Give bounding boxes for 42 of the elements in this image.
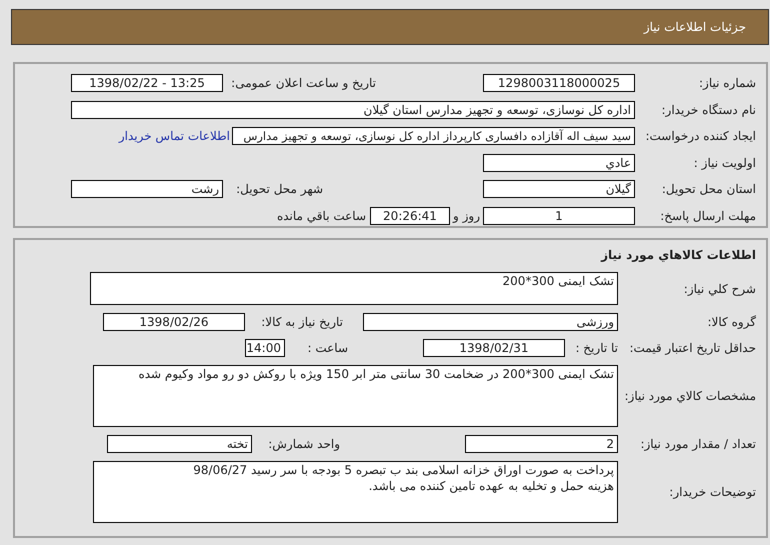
announce-date-field: 1398/02/22 - 13:25: [71, 74, 223, 92]
days-unit: روز و: [453, 208, 480, 223]
buyer-contact-link[interactable]: اطلاعات تماس خریدار: [118, 129, 230, 144]
field-label: تاریخ نیاز به کالا:: [260, 315, 343, 329]
priority-field: عادي: [483, 154, 635, 172]
field-label: شهر محل تحویل:: [235, 182, 323, 196]
field-label: شماره نیاز:: [698, 76, 756, 90]
field-label: توضیحات خریدار:: [668, 485, 756, 499]
field-label: ساعت :: [306, 341, 348, 355]
field-label: مشخصات کالاي مورد نیاز:: [623, 389, 756, 403]
field-label: مهلت ارسال پاسخ:: [659, 208, 756, 223]
specs-field: تشک ایمنی 300*200 در ضخامت 30 سانتی متر ابر 150 ویژه با روکش دو رو مواد وکیوم شده: [93, 365, 618, 427]
time-left-field: 20:26:41: [370, 206, 450, 225]
province-field: گیلان: [483, 180, 635, 198]
time-left-label: ساعت باقي مانده: [276, 208, 366, 223]
notes-line: هزینه حمل و تخلیه به عهده تامین کننده می باشد.: [368, 478, 614, 494]
summary-field: تشک ایمنی 300*200: [90, 272, 618, 305]
field-label: نام دستگاه خریدار:: [660, 102, 756, 117]
field-label: گروه کالا:: [706, 315, 756, 329]
days-field: 1: [483, 206, 635, 225]
unit-field: تخته: [107, 435, 252, 453]
quantity-field: 2: [465, 435, 618, 453]
need-date-field: 1398/02/26: [103, 313, 245, 331]
field-label: حداقل تاریخ اعتبار قیمت:: [628, 341, 756, 355]
price-time-field: 14:00: [245, 339, 285, 357]
field-label: شرح کلي نیاز:: [682, 282, 756, 296]
requester-field: سید سیف اله آقازاده دافساری کارپرداز اداره کل نوسازی، توسعه و تجهیز مدارس: [232, 127, 635, 146]
field-label: استان محل تحویل:: [660, 182, 756, 196]
need-number-field: 1298003118000025: [483, 74, 635, 92]
city-field: رشت: [71, 180, 223, 198]
field-label: تا تاریخ :: [574, 341, 618, 355]
field-label: تعداد / مقدار مورد نیاز:: [639, 437, 756, 451]
section-title: اطلاعات کالاهاي مورد نیاز: [600, 248, 756, 264]
goods-group-field: ورزشی: [363, 313, 618, 331]
field-label: اولویت نیاز :: [692, 156, 756, 170]
notes-line: پرداخت به صورت اوراق خزانه اسلامی بند ب تبصره 5 بودجه با سر رسید 98/06/27: [192, 462, 614, 478]
field-label: واحد شمارش:: [267, 437, 340, 451]
price-date-field: 1398/02/31: [423, 339, 565, 357]
page-title: جزئیات اطلاعات نیاز: [644, 20, 746, 34]
field-label: تاریخ و ساعت اعلان عمومی:: [230, 76, 376, 90]
field-label: ایجاد کننده درخواست:: [644, 129, 756, 144]
buyer-org-field: اداره کل نوسازی، توسعه و تجهیز مدارس استان گیلان: [71, 100, 635, 119]
